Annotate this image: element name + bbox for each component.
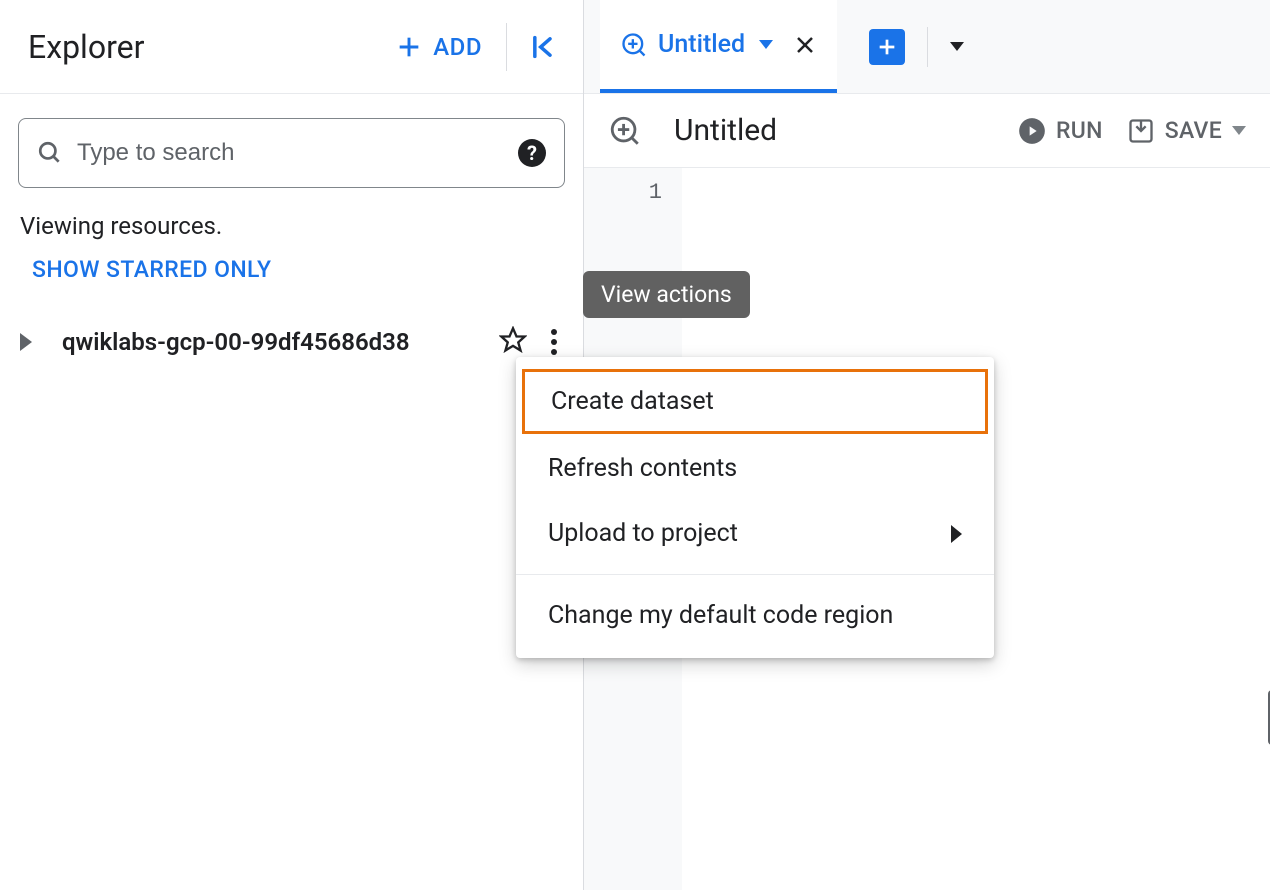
query-icon — [608, 114, 642, 148]
show-starred-only-button[interactable]: SHOW STARRED ONLY — [18, 256, 565, 283]
divider — [506, 23, 507, 71]
search-input[interactable] — [77, 139, 518, 167]
explorer-title: Explorer — [28, 28, 385, 66]
menu-item-label: Create dataset — [551, 387, 714, 416]
save-icon — [1127, 117, 1155, 145]
context-menu: Create dataset Refresh contents Upload t… — [516, 357, 994, 658]
search-icon — [37, 140, 63, 166]
menu-item-label: Change my default code region — [548, 601, 893, 630]
help-icon[interactable]: ? — [518, 139, 546, 167]
star-outline-icon — [499, 326, 527, 354]
project-tree-row[interactable]: qwiklabs-gcp-00-99df45686d38 — [18, 323, 565, 361]
run-button-label: RUN — [1056, 117, 1103, 144]
play-icon — [1018, 117, 1046, 145]
project-name[interactable]: qwiklabs-gcp-00-99df45686d38 — [62, 328, 481, 356]
add-button-label: ADD — [433, 33, 482, 61]
collapse-panel-button[interactable] — [521, 25, 565, 69]
viewing-resources-label: Viewing resources. — [18, 212, 565, 240]
new-tab-button[interactable] — [869, 29, 905, 65]
menu-item-create-dataset[interactable]: Create dataset — [522, 369, 988, 434]
line-number: 1 — [584, 180, 662, 205]
more-actions-button[interactable] — [545, 323, 563, 361]
save-button[interactable]: SAVE — [1127, 117, 1246, 145]
explorer-header: Explorer ADD — [0, 0, 583, 94]
menu-separator — [516, 574, 994, 575]
chevron-down-icon — [1232, 126, 1246, 135]
menu-item-label: Upload to project — [548, 519, 738, 548]
explorer-panel: Explorer ADD ? Viewing resources. SHOW S… — [0, 0, 584, 890]
chevron-right-icon — [951, 525, 962, 543]
search-box[interactable]: ? — [18, 118, 565, 188]
add-button[interactable]: ADD — [385, 27, 492, 67]
menu-item-change-default-code-region[interactable]: Change my default code region — [516, 583, 994, 648]
menu-item-refresh-contents[interactable]: Refresh contents — [516, 436, 994, 501]
star-button[interactable] — [499, 326, 527, 358]
close-tab-button[interactable] — [793, 33, 817, 57]
editor-title[interactable]: Untitled — [666, 113, 994, 148]
tab-label: Untitled — [658, 30, 745, 59]
chevron-down-icon[interactable] — [759, 40, 773, 49]
editor-toolbar: Untitled RUN SAVE — [584, 94, 1270, 168]
query-icon — [620, 31, 648, 59]
run-button[interactable]: RUN — [1018, 117, 1103, 145]
expand-caret-icon[interactable] — [20, 333, 32, 351]
view-actions-tooltip: View actions — [583, 271, 750, 318]
plus-icon — [876, 36, 898, 58]
divider — [927, 27, 928, 67]
tab-untitled[interactable]: Untitled — [600, 0, 837, 93]
plus-icon — [395, 33, 423, 61]
explorer-body: ? Viewing resources. SHOW STARRED ONLY q… — [0, 94, 583, 361]
tab-overflow-button[interactable] — [950, 42, 964, 51]
menu-item-label: Refresh contents — [548, 454, 737, 483]
menu-item-upload-to-project[interactable]: Upload to project — [516, 501, 994, 566]
save-button-label: SAVE — [1165, 117, 1222, 144]
more-vertical-icon — [551, 329, 557, 335]
collapse-left-icon — [529, 33, 557, 61]
tab-bar: Untitled — [584, 0, 1270, 94]
